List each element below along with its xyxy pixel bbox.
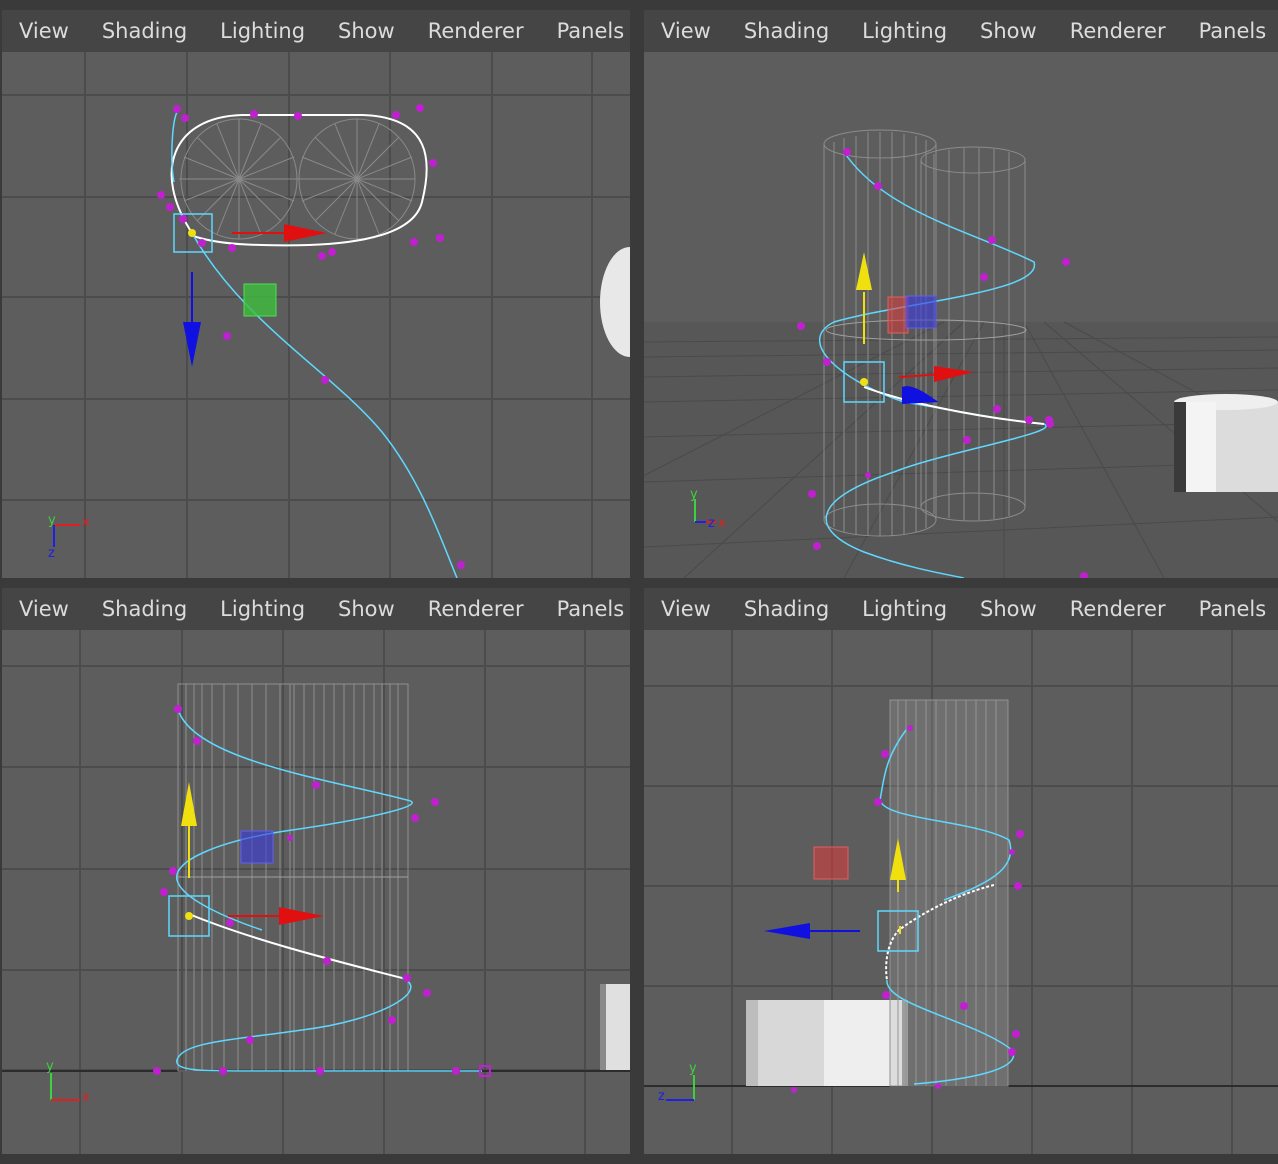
svg-text:x: x	[82, 1090, 90, 1105]
z-arrow-icon[interactable]	[764, 923, 810, 939]
menu-lighting[interactable]: Lighting	[203, 19, 321, 43]
cylinder-wireframe[interactable]	[179, 118, 416, 240]
y-arrow-icon[interactable]	[181, 782, 197, 826]
menu-view[interactable]: View	[644, 19, 727, 43]
grid	[2, 52, 630, 578]
nurbs-curve[interactable]	[191, 232, 458, 578]
menu-shading[interactable]: Shading	[727, 597, 845, 621]
yz-plane-handle[interactable]	[813, 846, 849, 880]
xy-plane-handle[interactable]	[905, 295, 937, 329]
menu-show[interactable]: Show	[321, 19, 411, 43]
yz-plane-handle[interactable]	[887, 296, 909, 334]
menu-lighting[interactable]: Lighting	[845, 19, 963, 43]
solid-cylinder[interactable]	[1174, 394, 1278, 492]
top-view-panel: View Shading Lighting Show Renderer Pane…	[2, 10, 630, 578]
solid-cylinder-edge[interactable]	[600, 984, 630, 1070]
menu-panels[interactable]: Panels	[1182, 597, 1278, 621]
menu-shading[interactable]: Shading	[85, 19, 203, 43]
perspective-scene[interactable]: y z x	[644, 52, 1278, 578]
menu-panels[interactable]: Panels	[1182, 19, 1278, 43]
menu-shading[interactable]: Shading	[727, 19, 845, 43]
svg-text:y: y	[48, 513, 56, 528]
menu-lighting[interactable]: Lighting	[203, 597, 321, 621]
viewport-canvas[interactable]: y z	[644, 630, 1278, 1154]
x-arrow-icon[interactable]	[279, 907, 324, 925]
pivot-point[interactable]	[188, 229, 196, 237]
menu-bar: View Shading Lighting Show Renderer Pane…	[644, 588, 1278, 631]
pivot-point[interactable]	[185, 912, 193, 920]
menu-show[interactable]: Show	[321, 597, 411, 621]
svg-text:z: z	[658, 1089, 665, 1104]
svg-text:y: y	[689, 1061, 697, 1076]
svg-text:y: y	[46, 1059, 54, 1074]
svg-text:x: x	[82, 515, 90, 530]
menu-renderer[interactable]: Renderer	[1053, 19, 1182, 43]
cylinder-shade	[890, 700, 1008, 1086]
axis-gizmo-icon: y x z	[48, 513, 90, 561]
menu-panels[interactable]: Panels	[540, 597, 630, 621]
z-arrow-icon[interactable]	[183, 322, 201, 367]
side-view-scene[interactable]: y z	[644, 630, 1278, 1154]
menu-lighting[interactable]: Lighting	[845, 597, 963, 621]
svg-text:x: x	[718, 516, 726, 531]
menu-bar: View Shading Lighting Show Renderer Pane…	[2, 588, 630, 631]
svg-text:y: y	[690, 487, 698, 502]
menu-show[interactable]: Show	[963, 597, 1053, 621]
svg-text:z: z	[708, 516, 715, 531]
top-view-scene[interactable]: y x z	[2, 52, 630, 578]
perspective-view-panel: View Shading Lighting Show Renderer Pane…	[644, 10, 1278, 578]
nurbs-curve-segment[interactable]	[171, 111, 178, 183]
axis-gizmo-icon: y x	[46, 1059, 90, 1105]
menu-view[interactable]: View	[2, 597, 85, 621]
side-view-panel: View Shading Lighting Show Renderer Pane…	[644, 588, 1278, 1154]
menu-show[interactable]: Show	[963, 19, 1053, 43]
menu-renderer[interactable]: Renderer	[1053, 597, 1182, 621]
menu-view[interactable]: View	[644, 597, 727, 621]
svg-text:z: z	[48, 546, 55, 561]
menu-renderer[interactable]: Renderer	[411, 597, 540, 621]
viewport-canvas[interactable]: y x	[2, 630, 630, 1154]
menu-bar: View Shading Lighting Show Renderer Pane…	[2, 10, 630, 53]
menu-panels[interactable]: Panels	[540, 19, 630, 43]
nurbs-curve-lower[interactable]	[176, 977, 482, 1072]
cv-points[interactable]	[153, 705, 460, 1075]
menu-shading[interactable]: Shading	[85, 597, 203, 621]
menu-view[interactable]: View	[2, 19, 85, 43]
front-view-panel: View Shading Lighting Show Renderer Pane…	[2, 588, 630, 1154]
axis-gizmo-icon: y z	[658, 1061, 697, 1104]
menu-bar: View Shading Lighting Show Renderer Pane…	[644, 10, 1278, 53]
viewport-canvas[interactable]: y z x	[644, 52, 1278, 578]
x-arrow-icon[interactable]	[284, 224, 327, 242]
y-plane-handle[interactable]	[243, 283, 277, 317]
solid-cylinder[interactable]	[746, 1000, 908, 1086]
xy-plane-handle[interactable]	[240, 830, 274, 864]
viewport-canvas[interactable]: y x z	[2, 52, 630, 578]
menu-renderer[interactable]: Renderer	[411, 19, 540, 43]
grid	[2, 630, 630, 1154]
pivot-point[interactable]	[860, 378, 868, 386]
selected-curve-segment[interactable]	[188, 913, 403, 979]
front-view-scene[interactable]: y x	[2, 630, 630, 1154]
